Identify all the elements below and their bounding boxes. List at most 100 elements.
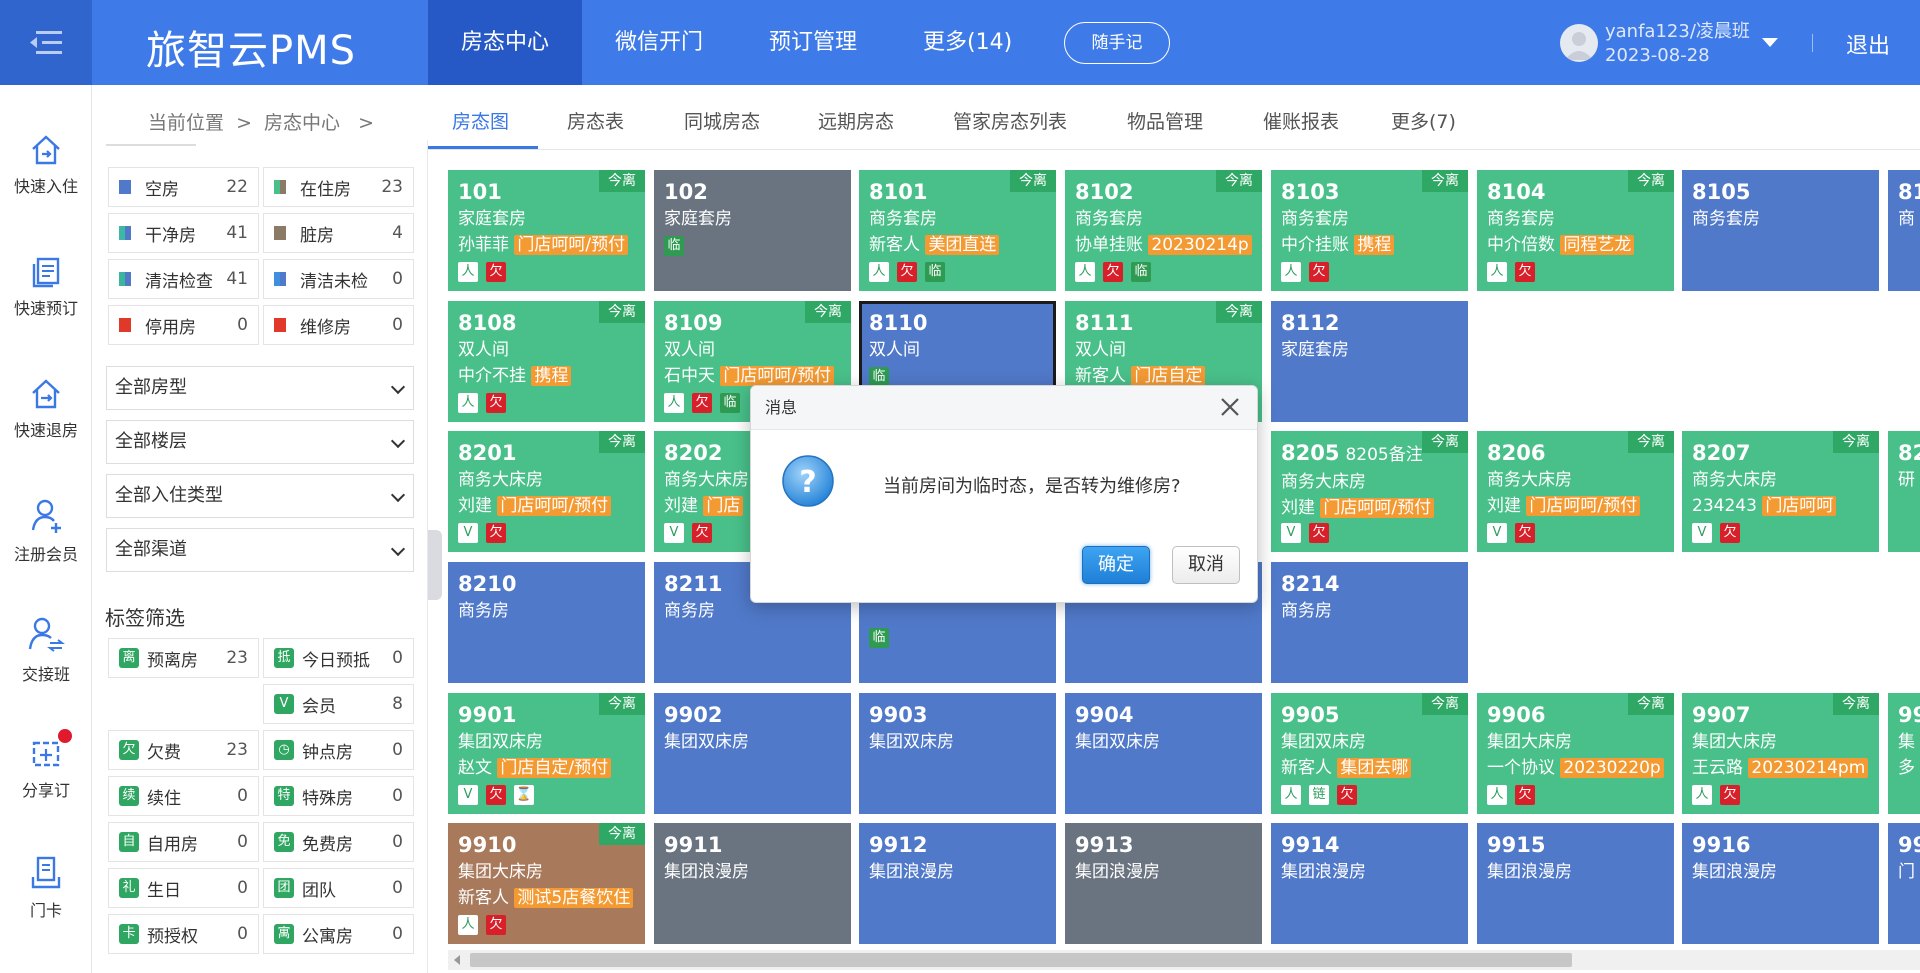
cancel-button[interactable]: 取消 [1172, 546, 1240, 584]
room-card[interactable]: 8108 双人间 中介不挂 携程人欠 今离 [448, 301, 645, 422]
room-card[interactable]: 9903 集团双床房 [859, 693, 1056, 814]
room-card[interactable]: 101 家庭套房 孙菲菲 门店呵呵/预付人欠 今离 [448, 170, 645, 291]
status-filter-clean[interactable]: 干净房 41 [108, 213, 259, 253]
room-card[interactable]: 9907 集团大床房 王云路 20230214pm 人欠 今离 [1682, 693, 1879, 814]
tab-future-status[interactable]: 远期房态 [818, 107, 894, 134]
tag-filter-departing[interactable]: 离预离房 23 [108, 638, 259, 678]
tag-filter-apartment[interactable]: 寓公寓房 0 [263, 914, 414, 954]
vip-icon: V [1692, 523, 1712, 543]
tab-items[interactable]: 物品管理 [1127, 107, 1203, 134]
quick-checkout-button[interactable]: 快速退房 [0, 377, 92, 441]
room-card[interactable]: 8101 商务套房 新客人 美团直连人欠临 今离 [859, 170, 1056, 291]
scroll-left-icon[interactable] [454, 955, 460, 965]
status-filter-uninspected[interactable]: 清洁未检 0 [263, 259, 414, 299]
confirm-button[interactable]: 确定 [1082, 546, 1150, 584]
menu-toggle-button[interactable] [0, 0, 92, 85]
room-card[interactable]: 9910 集团大床房 新客人 测试5店餐饮住人欠 今离 [448, 823, 645, 944]
channel-select[interactable]: 全部渠道 [106, 528, 414, 572]
status-filter-occupied[interactable]: 在住房 23 [263, 167, 414, 207]
room-card[interactable]: 9912 集团浪漫房 [859, 823, 1056, 944]
tag-filter-free[interactable]: 免免费房 0 [263, 822, 414, 862]
room-card[interactable]: 9904 集团双床房 [1065, 693, 1262, 814]
tag-filter-arriving[interactable]: 抵今日预抵 0 [263, 638, 414, 678]
tag-filter-member[interactable]: V 会员 8 [263, 684, 414, 724]
room-card[interactable]: 9915 集团浪漫房 [1477, 823, 1674, 944]
panel-collapse-handle[interactable] [428, 530, 442, 600]
horizontal-scrollbar[interactable] [448, 950, 1920, 970]
room-card[interactable]: 9914 集团浪漫房 [1271, 823, 1468, 944]
checkin-type-select[interactable]: 全部入住类型 [106, 474, 414, 518]
room-card[interactable]: 81 商 [1888, 170, 1920, 291]
floor-select[interactable]: 全部楼层 [106, 420, 414, 464]
nav-wechat-door[interactable]: 微信开门 [582, 0, 736, 85]
room-guest-line: 新客人 集团去哪 [1281, 755, 1458, 781]
room-guest-line: 中介挂账 携程 [1281, 232, 1458, 258]
tag-filter-label: 欠费 [147, 742, 181, 763]
room-card[interactable]: 8205 8205备注 商务大床房 刘建 门店呵呵/预付 V 欠今离 [1271, 431, 1468, 552]
user-info[interactable]: yanfa123/凌晨班 2023-08-28 [1605, 20, 1750, 68]
room-card[interactable]: 82 研 [1888, 431, 1920, 552]
arrears-icon: 欠 [692, 523, 712, 543]
room-card[interactable]: 9905 集团双床房 新客人 集团去哪人链欠 今离 [1271, 693, 1468, 814]
room-card[interactable]: 8201 商务大床房 刘建 门店呵呵/预付 V 欠 今离 [448, 431, 645, 552]
room-card[interactable]: 8207 商务大床房 234243 门店呵呵 V 欠 今离 [1682, 431, 1879, 552]
room-card[interactable]: 9911 集团浪漫房 [654, 823, 851, 944]
shift-handover-button[interactable]: 交接班 [0, 615, 92, 685]
close-icon[interactable] [1217, 394, 1243, 420]
room-card[interactable]: 8103 商务套房 中介挂账 携程人欠 今离 [1271, 170, 1468, 291]
quick-checkin-button[interactable]: 快速入住 [0, 133, 92, 197]
tag-filter-extended[interactable]: 续续住 0 [108, 776, 259, 816]
room-card[interactable]: 99 集多 [1888, 693, 1920, 814]
tag-filter-hourly[interactable]: ◷ 钟点房 0 [263, 730, 414, 770]
register-member-button[interactable]: 注册会员 [0, 497, 92, 565]
logout-button[interactable]: 退出 [1846, 28, 1890, 60]
door-card-button[interactable]: 门卡 [0, 855, 92, 921]
avatar[interactable] [1560, 24, 1598, 62]
room-card[interactable]: 9906 集团大床房 一个协议 20230220p 人欠 今离 [1477, 693, 1674, 814]
tag-filter-group[interactable]: 团团队 0 [263, 868, 414, 908]
tag-filter-arrears[interactable]: 欠欠费 23 [108, 730, 259, 770]
status-filter-repair[interactable]: 维修房 0 [263, 305, 414, 345]
status-filter-vacant[interactable]: 空房 22 [108, 167, 259, 207]
clipped-heading [106, 140, 196, 146]
room-card[interactable]: 8210 商务房 [448, 562, 645, 683]
chevron-down-icon[interactable] [1762, 38, 1778, 47]
room-card[interactable]: 8102 商务套房 协单挂账 20230214p 人欠临 今离 [1065, 170, 1262, 291]
tag-filter-birthday[interactable]: 礼生日 0 [108, 868, 259, 908]
status-filter-inspected[interactable]: 清洁检查 41 [108, 259, 259, 299]
room-card[interactable]: 9913 集团浪漫房 [1065, 823, 1262, 944]
tab-room-map[interactable]: 房态图 [452, 107, 509, 134]
room-card[interactable]: 9901 集团双床房 赵文 门店自定/预付 V 欠 ⌛ 今离 [448, 693, 645, 814]
breadcrumb-current[interactable]: 房态中心 [264, 112, 340, 134]
room-card[interactable]: 8214 商务房 [1271, 562, 1468, 683]
channel-badge: 携程 [1354, 235, 1395, 255]
tab-city-status[interactable]: 同城房态 [684, 107, 760, 134]
room-card[interactable]: 8104 商务套房 中介倍数 同程艺龙人欠 今离 [1477, 170, 1674, 291]
room-card[interactable]: 8112 家庭套房 [1271, 301, 1468, 422]
room-card[interactable]: 99 门 [1888, 823, 1920, 944]
nav-room-status[interactable]: 房态中心 [428, 0, 583, 85]
room-card[interactable]: 8105 商务套房 [1682, 170, 1879, 291]
nav-more[interactable]: 更多(14) [890, 0, 1045, 85]
room-icons: V欠 [1281, 523, 1329, 543]
memo-button[interactable]: 随手记 [1064, 22, 1170, 64]
status-filter-dirty[interactable]: 脏房 4 [263, 213, 414, 253]
tag-filter-special[interactable]: 特特殊房 0 [263, 776, 414, 816]
tab-housekeeping-list[interactable]: 管家房态列表 [953, 107, 1067, 134]
room-card[interactable]: 9902 集团双床房 [654, 693, 851, 814]
tab-more[interactable]: 更多(7) [1391, 107, 1456, 134]
tag-filter-count: 0 [392, 740, 403, 760]
room-card[interactable]: 9916 集团浪漫房 [1682, 823, 1879, 944]
room-card[interactable]: 8206 商务大床房 刘建 门店呵呵/预付 V 欠 今离 [1477, 431, 1674, 552]
tag-filter-preauth[interactable]: 卡预授权 0 [108, 914, 259, 954]
scrollbar-thumb[interactable] [470, 953, 1572, 967]
room-type-select[interactable]: 全部房型 [106, 366, 414, 410]
tab-dunning-report[interactable]: 催账报表 [1263, 107, 1339, 134]
share-booking-button[interactable]: 分享订 [0, 729, 92, 801]
status-filter-disabled[interactable]: 停用房 0 [108, 305, 259, 345]
quick-booking-button[interactable]: 快速预订 [0, 255, 92, 319]
nav-booking[interactable]: 预订管理 [736, 0, 890, 85]
tab-room-table[interactable]: 房态表 [567, 107, 624, 134]
room-card[interactable]: 102 家庭套房临 [654, 170, 851, 291]
tag-filter-self-use[interactable]: 自自用房 0 [108, 822, 259, 862]
